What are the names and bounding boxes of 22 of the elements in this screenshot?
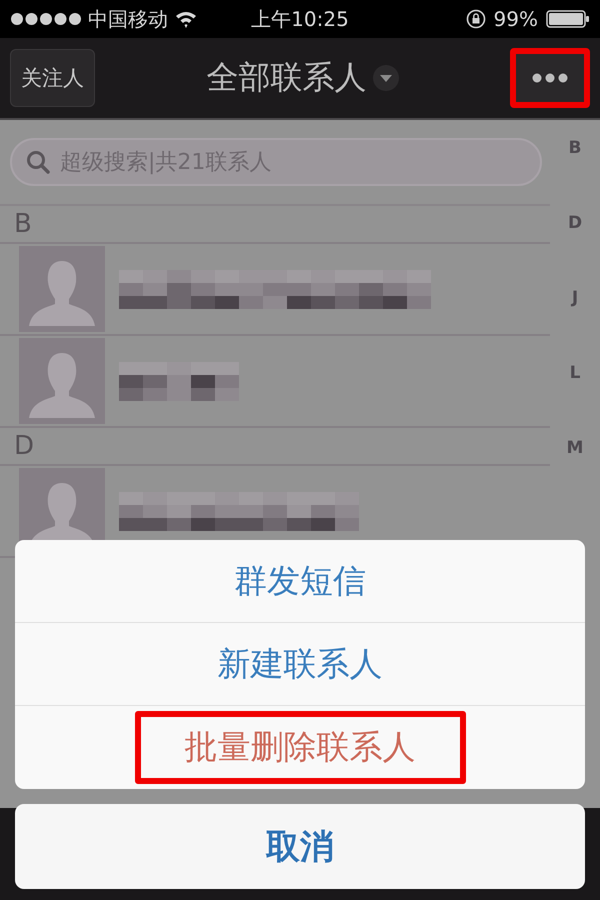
more-button[interactable] [510,48,590,108]
cancel-button[interactable]: 取消 [15,804,585,889]
section-letter: B [14,211,32,237]
wifi-icon [174,10,198,28]
section-letter: D [14,433,34,459]
more-dots-icon [532,73,568,83]
battery-icon [546,10,590,28]
action-sheet-item[interactable]: 新建联系人 [15,623,585,706]
dropdown-icon[interactable] [372,65,398,91]
index-letter[interactable]: L [570,363,580,383]
rotation-lock-icon [466,9,486,29]
index-letter[interactable]: D [568,213,582,233]
index-letter[interactable]: M [566,438,584,458]
clock-time: 上午10:25 [251,6,349,30]
index-letter[interactable]: J [572,288,578,308]
nav-title: 全部联系人 [206,57,366,98]
carrier-name: 中国移动 [88,6,168,32]
action-sheet-item[interactable]: 群发短信 [15,540,585,623]
index-letter[interactable]: B [568,138,582,158]
signal-icon [10,12,82,26]
battery-percent: 99% [494,7,538,31]
follow-button[interactable]: 关注人 [10,49,95,107]
